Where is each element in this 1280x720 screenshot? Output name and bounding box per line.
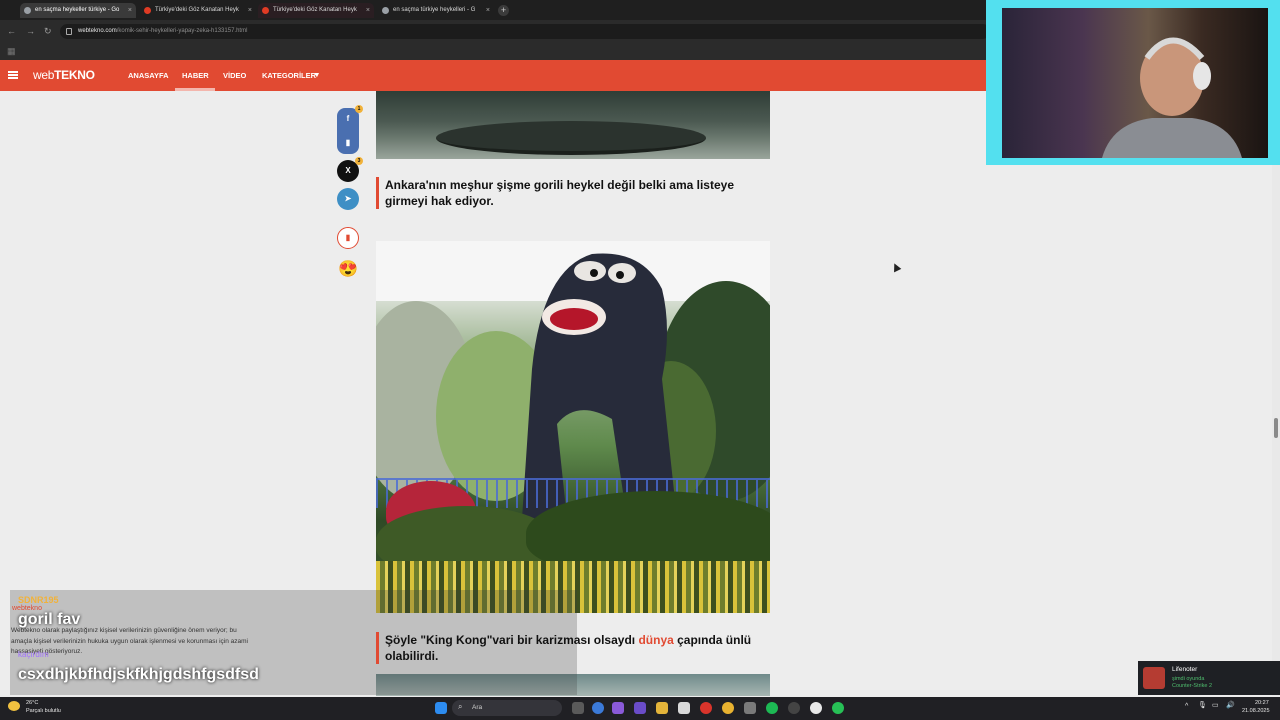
- share-count-badge: 1: [355, 105, 363, 113]
- heart-eyes-emoji-icon: 😍: [338, 261, 358, 278]
- windows-start-icon[interactable]: [435, 702, 447, 714]
- x-icon: X: [345, 166, 351, 175]
- url-text: webtekno.com/komik-sehir-heykelleri-yapa…: [78, 28, 248, 34]
- browser-tab[interactable]: Türkiye'deki Göz Kanatan Heyk ×: [258, 3, 374, 18]
- chevron-down-icon[interactable]: ▾: [315, 70, 319, 80]
- app-icon[interactable]: [744, 702, 756, 714]
- statue-image: [376, 91, 770, 159]
- chat-username: kaçırdım: [18, 650, 49, 659]
- reaction-button[interactable]: 😍: [337, 259, 359, 281]
- forward-icon[interactable]: →: [26, 26, 35, 36]
- file-explorer-icon[interactable]: [656, 702, 668, 714]
- app-icon[interactable]: [788, 702, 800, 714]
- nav-categories[interactable]: KATEGORİLER: [262, 71, 316, 81]
- google-icon: [382, 7, 389, 14]
- telegram-icon: ➤: [344, 194, 352, 203]
- browser-tab[interactable]: en saçma türkiye heykelleri - G ×: [378, 3, 494, 18]
- notification-status: şimdi oyunda Counter-Strike 2: [1172, 676, 1213, 689]
- active-nav-indicator: [175, 88, 215, 91]
- facebook-share-button[interactable]: f 1: [337, 105, 363, 132]
- bookmark-button[interactable]: ▮: [337, 132, 359, 154]
- caption-link[interactable]: dünya: [638, 633, 673, 647]
- pedestal-shape: [436, 121, 706, 155]
- share-count-badge: 3: [355, 157, 363, 165]
- spotify-icon[interactable]: [766, 702, 778, 714]
- image-caption: Şöyle "King Kong"vari bir karizması olsa…: [376, 632, 770, 664]
- whatsapp-icon[interactable]: [832, 702, 844, 714]
- opera-icon: [262, 7, 269, 14]
- browser-tab[interactable]: en saçma heykeller türkiye - Go ×: [20, 3, 136, 18]
- task-view-icon[interactable]: [572, 702, 584, 714]
- chat-message: csxdhjkbfhdjskfkhjgdshfgsdfsd: [18, 666, 259, 683]
- browser-tab[interactable]: Türkiye'deki Göz Kanatan Heyk ×: [140, 3, 256, 18]
- scrollbar-thumb[interactable]: [1274, 418, 1278, 438]
- search-icon: ⌕: [458, 702, 463, 711]
- site-header: webTEKNO ANASAYFA HABER VİDEO KATEGORİLE…: [0, 60, 990, 91]
- edge-icon[interactable]: [592, 702, 604, 714]
- save-button[interactable]: ▮: [337, 227, 359, 249]
- copilot-icon[interactable]: [612, 702, 624, 714]
- facebook-icon: f: [346, 114, 350, 123]
- obs-icon[interactable]: [810, 702, 822, 714]
- close-icon[interactable]: ×: [128, 3, 132, 18]
- taskbar-search[interactable]: Ara: [452, 700, 562, 716]
- site-logo[interactable]: webTEKNO: [33, 67, 95, 83]
- url-input[interactable]: webtekno.com/komik-sehir-heykelleri-yapa…: [60, 24, 990, 39]
- volume-icon[interactable]: 🔊: [1226, 702, 1235, 709]
- close-icon[interactable]: ×: [248, 3, 252, 18]
- chrome-icon[interactable]: [722, 702, 734, 714]
- google-icon: [24, 7, 31, 14]
- close-icon[interactable]: ×: [486, 3, 490, 18]
- telegram-share-button[interactable]: ➤: [337, 188, 359, 210]
- nav-video[interactable]: VİDEO: [223, 71, 246, 81]
- chat-username: SDNR195: [18, 595, 59, 605]
- store-icon[interactable]: [678, 702, 690, 714]
- lock-icon: [66, 28, 72, 35]
- new-tab-button[interactable]: +: [498, 5, 509, 16]
- microphone-icon[interactable]: 🎙: [1198, 702, 1207, 709]
- opera-icon: [144, 7, 151, 14]
- image-caption: Ankara'nın meşhur şişme gorili heykel de…: [376, 177, 770, 209]
- reload-icon[interactable]: ↻: [44, 26, 52, 36]
- weather-temp: 26°C: [26, 700, 39, 706]
- weather-icon[interactable]: [8, 701, 20, 711]
- chevron-up-icon[interactable]: ^: [1185, 703, 1188, 710]
- game-activity-notification[interactable]: Lifenoter şimdi oyunda Counter-Strike 2: [1138, 661, 1280, 695]
- bookmark-icon: ▮: [345, 138, 351, 147]
- weather-desc: Parçalı bulutlu: [26, 708, 61, 714]
- nav-news[interactable]: HABER: [182, 71, 209, 81]
- streamer-silhouette: [1102, 37, 1242, 158]
- gorilla-statue-image: [376, 241, 770, 613]
- opera-icon[interactable]: [700, 702, 712, 714]
- apps-icon[interactable]: ▦: [7, 46, 16, 56]
- teams-icon[interactable]: [634, 702, 646, 714]
- webcam-feed: [1002, 8, 1268, 158]
- chat-message: goril fav: [18, 611, 81, 628]
- menu-icon[interactable]: [8, 71, 18, 79]
- x-share-button[interactable]: X 3: [337, 157, 363, 182]
- avatar: [1143, 667, 1165, 689]
- clock-time[interactable]: 20:27: [1255, 700, 1269, 707]
- close-icon[interactable]: ×: [366, 3, 370, 18]
- mouse-cursor-icon: [890, 261, 902, 273]
- notification-name: Lifenoter: [1172, 666, 1198, 673]
- clock-date[interactable]: 21.08.2025: [1242, 708, 1270, 715]
- scrollbar[interactable]: [1272, 91, 1280, 696]
- nav-home[interactable]: ANASAYFA: [128, 71, 169, 81]
- save-icon: ▮: [345, 233, 351, 242]
- monitor-icon[interactable]: ▭: [1212, 702, 1219, 709]
- back-icon[interactable]: ←: [7, 26, 16, 36]
